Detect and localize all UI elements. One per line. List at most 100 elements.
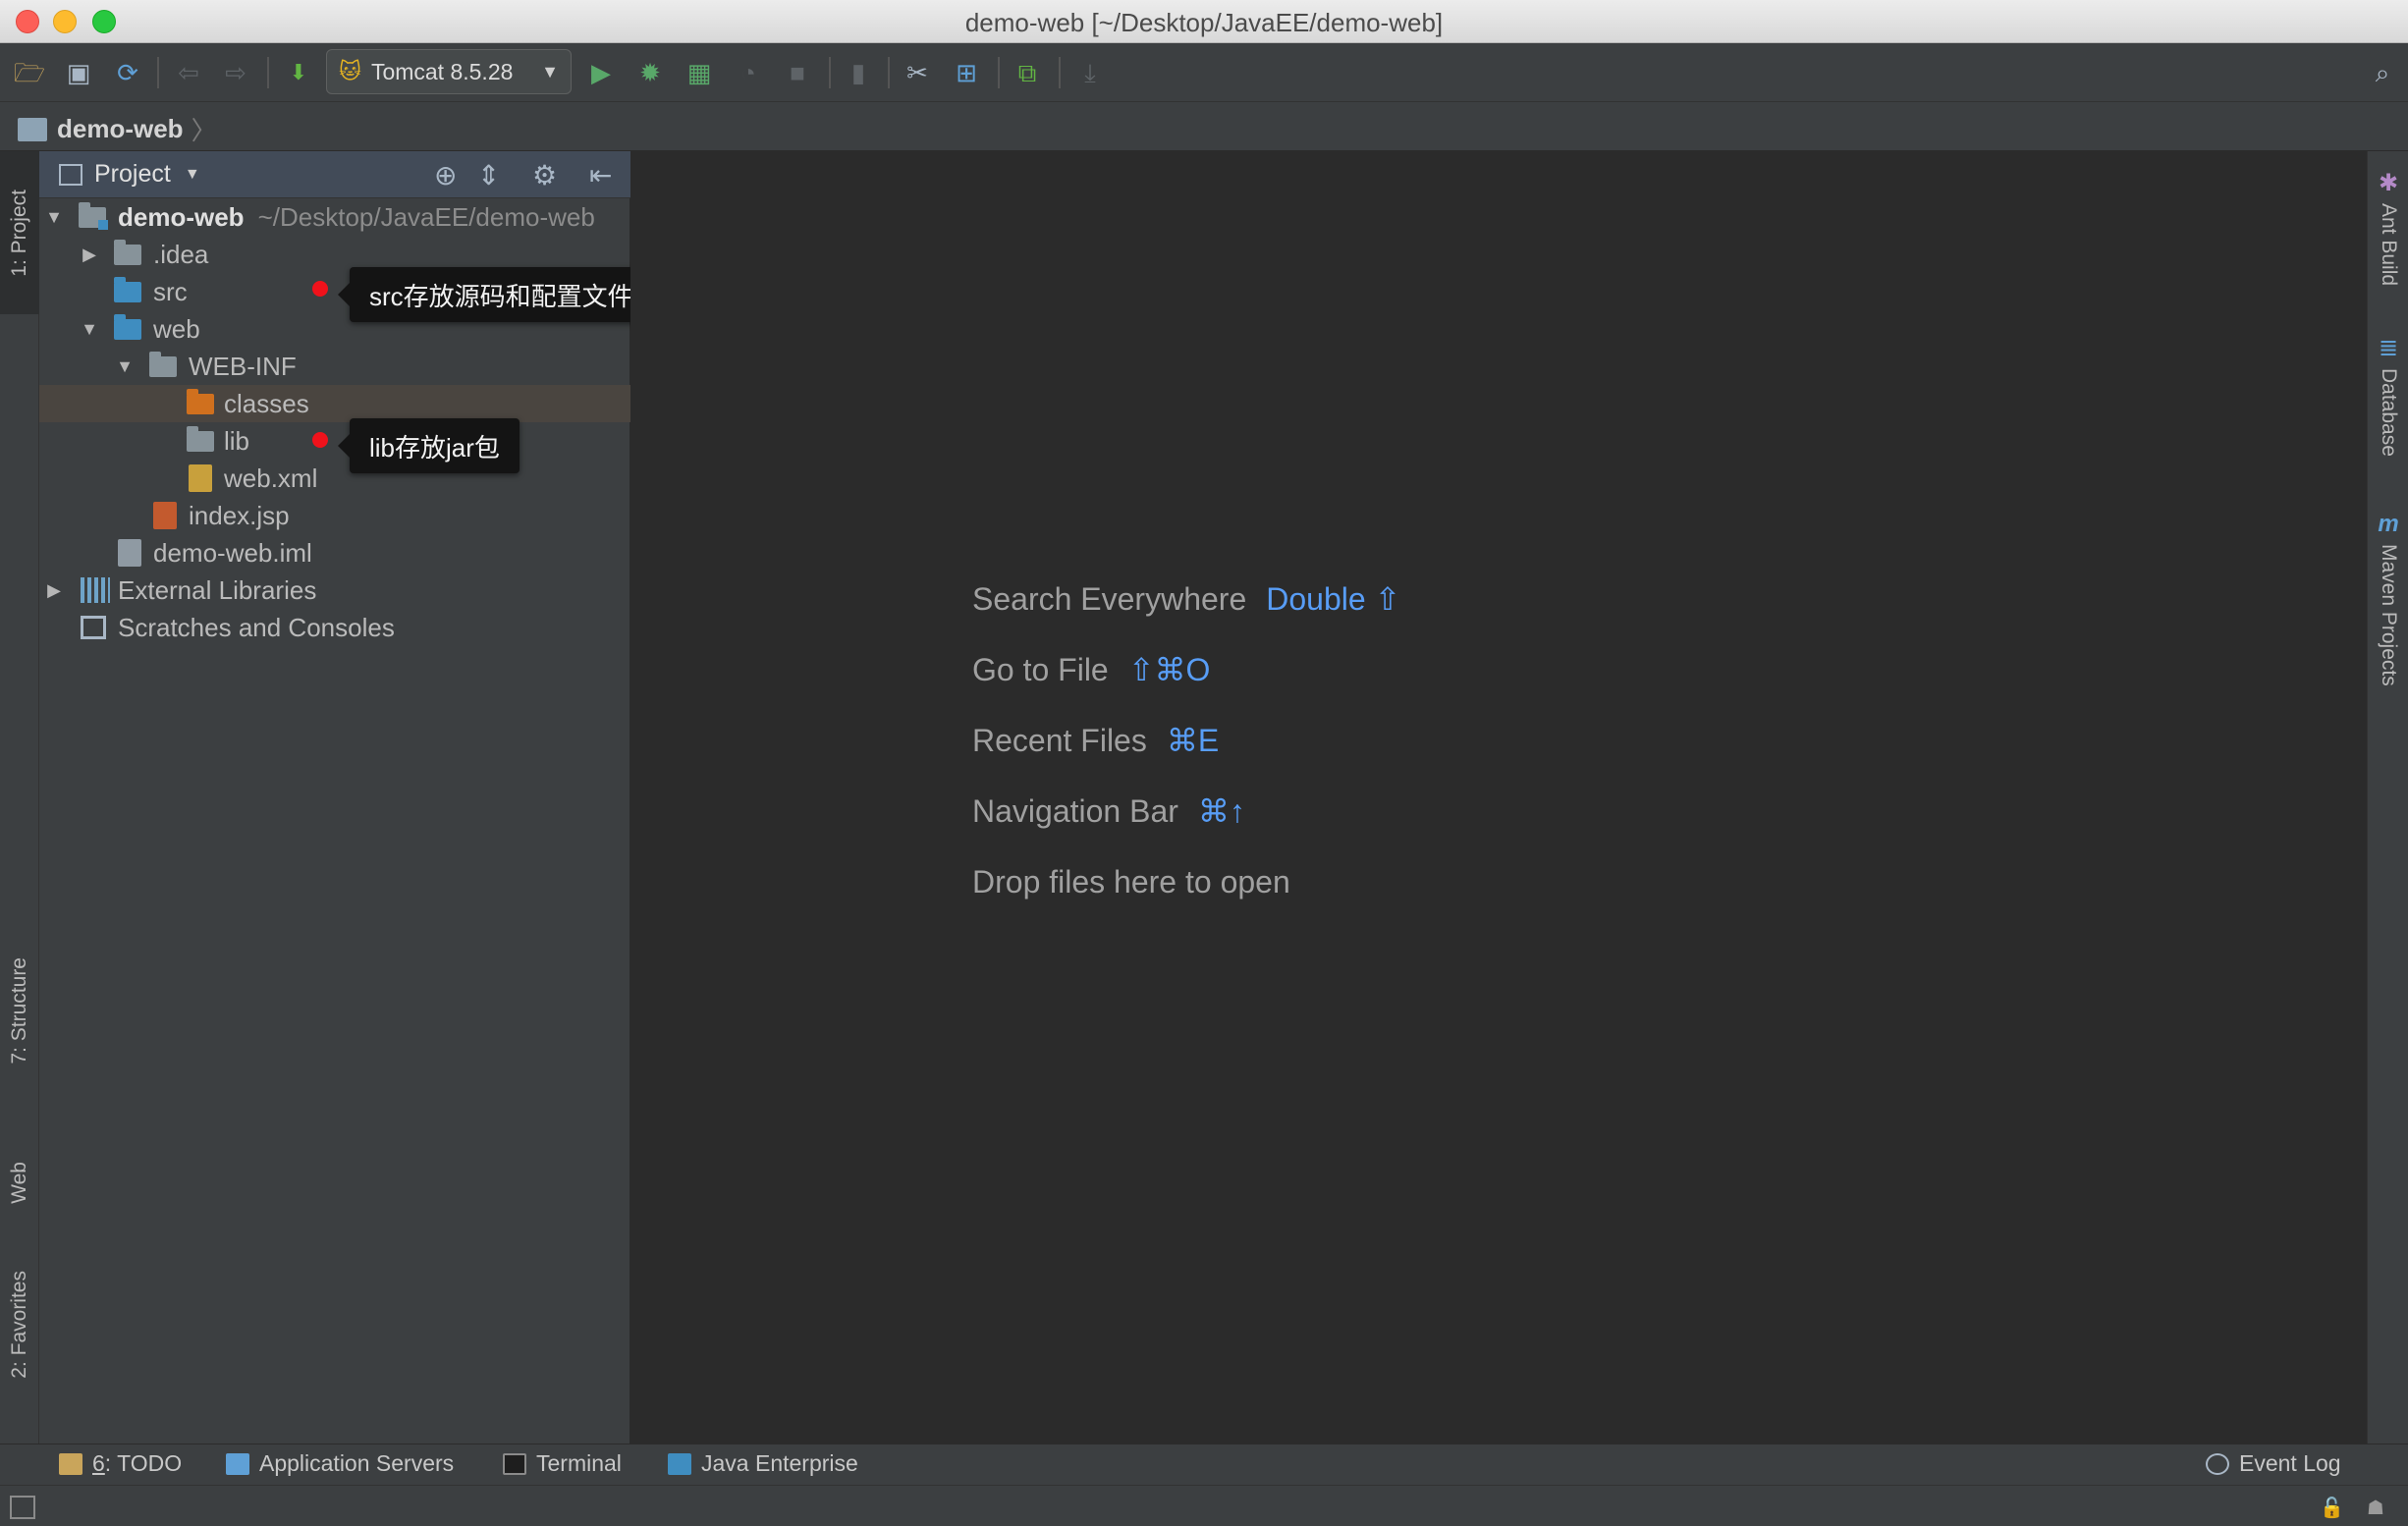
shortcut-label: ⌘E [1166,723,1220,758]
database-icon: ≣ [2378,335,2399,361]
settings-icon[interactable]: ✂ [900,55,935,90]
tab-structure[interactable]: 7: Structure [0,937,39,1084]
coverage-icon[interactable]: ▦ [682,55,717,90]
module-folder-icon [18,117,47,141]
annotation-dot [312,432,328,448]
tab-java-enterprise[interactable]: Java Enterprise [668,1450,858,1477]
editor-empty-hints: Search Everywhere Double ⇧ Go to File ⇧⌘… [972,564,1400,917]
right-tool-strip: ✱ Ant Build ≣ Database m Maven Projects [2367,151,2408,1444]
open-folder-icon[interactable]: 🗁 [12,55,47,90]
save-icon[interactable]: ▣ [61,55,96,90]
download-icon[interactable]: ⤓ [1072,55,1108,90]
locate-icon[interactable]: ⊕ [434,159,457,191]
tree-row-indexjsp[interactable]: index.jsp [39,497,630,534]
tree-row-webxml[interactable]: web.xml [39,460,630,497]
shortcut-label: Double ⇧ [1266,581,1401,617]
annotation-dot [312,281,328,297]
shortcut-label: ⇧⌘O [1127,652,1211,687]
collapsed-arrow-icon: ▶ [47,579,61,600]
hint-go-to-file: Go to File ⇧⌘O [972,651,1211,688]
tab-web[interactable]: Web [0,1133,39,1231]
chevron-down-icon: ▼ [184,165,200,183]
navigation-bar: demo-web 〉 [0,102,2408,151]
debug-icon[interactable]: ✹ [632,55,668,90]
tomcat-icon: 🐱 [339,59,361,83]
stop-icon[interactable]: ■ [780,55,815,90]
tab-project[interactable]: 1: Project [0,151,39,314]
tab-todo[interactable]: 6: TODO [59,1450,182,1477]
profile-icon[interactable]: ◔ [731,55,766,90]
web-folder-icon [114,314,141,340]
forward-icon[interactable]: ⇨ [218,55,253,90]
lock-icon[interactable]: 🔓 [2320,1496,2344,1520]
run-icon[interactable]: ▶ [583,55,619,90]
tab-application-servers[interactable]: Application Servers [226,1450,454,1477]
java-enterprise-icon [668,1452,691,1475]
project-icon [59,163,82,186]
event-log-icon [2206,1452,2229,1475]
tab-database[interactable]: ≣ Database [2368,334,2408,457]
expanded-arrow-icon: ▼ [45,206,63,227]
project-panel-header: Project ▼ ⊕ ⇕ ⚙ ⇤ [39,151,630,198]
tree-row-external-libraries[interactable]: ▶ External Libraries [39,572,630,609]
source-folder-icon [114,277,141,302]
title-bar: demo-web [~/Desktop/JavaEE/demo-web] [0,0,2408,43]
hide-panel-icon[interactable]: ⇤ [589,159,612,191]
lib-annotation-callout: lib存放jar包 [338,418,520,473]
excluded-folder-icon [187,389,214,414]
tab-ant-build[interactable]: ✱ Ant Build [2368,169,2408,286]
tree-row-classes[interactable]: classes [39,385,630,422]
tab-event-log[interactable]: Event Log [2206,1450,2341,1477]
module-folder-icon [79,202,108,230]
gear-icon[interactable]: ⚙ [532,159,557,191]
tab-maven-projects[interactable]: m Maven Projects [2368,511,2408,686]
hint-navigation-bar: Navigation Bar ⌘↑ [972,792,1245,830]
tree-row-webinf[interactable]: ▼ WEB-INF [39,348,630,385]
project-panel: Project ▼ ⊕ ⇕ ⚙ ⇤ ▼ demo-web ~/Desktop/Ja… [39,151,653,1444]
hector-icon[interactable]: ☗ [2367,1496,2384,1520]
collapsed-arrow-icon: ▶ [82,244,96,264]
iml-file-icon [118,539,141,567]
src-annotation-callout: src存放源码和配置文件 [338,267,653,322]
ant-icon: ✱ [2378,170,2399,196]
run-configuration-label: Tomcat 8.5.28 [370,58,514,84]
project-view-selector[interactable]: Project ▼ [59,160,200,189]
tree-row-iml[interactable]: demo-web.iml [39,534,630,572]
left-tool-strip: 1: Project 7: Structure Web 2: Favorites [0,151,39,1444]
folder-icon [114,240,141,265]
chevron-down-icon: ▼ [541,61,559,82]
bookmark-icon[interactable]: ▮ [841,55,876,90]
back-icon[interactable]: ⇦ [171,55,206,90]
folder-icon [187,426,214,452]
editor-area[interactable]: Search Everywhere Double ⇧ Go to File ⇧⌘… [630,151,2367,1444]
toggle-tool-windows-icon[interactable] [10,1496,35,1519]
xml-file-icon [189,464,212,492]
expanded-arrow-icon: ▼ [116,355,134,376]
hint-recent-files: Recent Files ⌘E [972,722,1220,759]
build-icon[interactable]: ⬇ [281,55,316,90]
folder-icon [149,352,177,377]
main-toolbar: 🗁 ▣ ⟳ ⇦ ⇨ ⬇ 🐱 Tomcat 8.5.28 ▼ ▶ ✹ ▦ ◔ ■ … [0,43,2408,102]
collapse-all-icon[interactable]: ⇕ [477,159,500,191]
run-configuration-selector[interactable]: 🐱 Tomcat 8.5.28 ▼ [326,49,572,94]
project-structure-icon[interactable]: ⊞ [949,55,984,90]
sync-icon[interactable]: ⟳ [110,55,145,90]
chevron-right-icon: 〉 [191,116,217,145]
maven-icon: m [2378,511,2399,537]
hint-search-everywhere: Search Everywhere Double ⇧ [972,580,1401,618]
tab-terminal[interactable]: Terminal [503,1450,622,1477]
search-icon[interactable]: ⌕ [2365,55,2400,90]
tab-favorites[interactable]: 2: Favorites [0,1251,39,1398]
deploy-icon[interactable]: ⧉ [1010,55,1045,90]
status-bar: 🔓 ☗ [0,1485,2408,1526]
shortcut-label: ⌘↑ [1197,793,1245,829]
terminal-icon [503,1452,526,1475]
breadcrumb[interactable]: demo-web 〉 [18,111,217,147]
bottom-tool-bar: 6: TODO Application Servers Terminal Jav… [0,1444,2408,1485]
server-icon [226,1452,249,1475]
tree-row-root[interactable]: ▼ demo-web ~/Desktop/JavaEE/demo-web [39,198,630,236]
expanded-arrow-icon: ▼ [81,318,98,339]
tree-row-lib[interactable]: lib [39,422,630,460]
tree-row-scratches[interactable]: Scratches and Consoles [39,609,630,646]
jsp-file-icon [153,502,177,529]
